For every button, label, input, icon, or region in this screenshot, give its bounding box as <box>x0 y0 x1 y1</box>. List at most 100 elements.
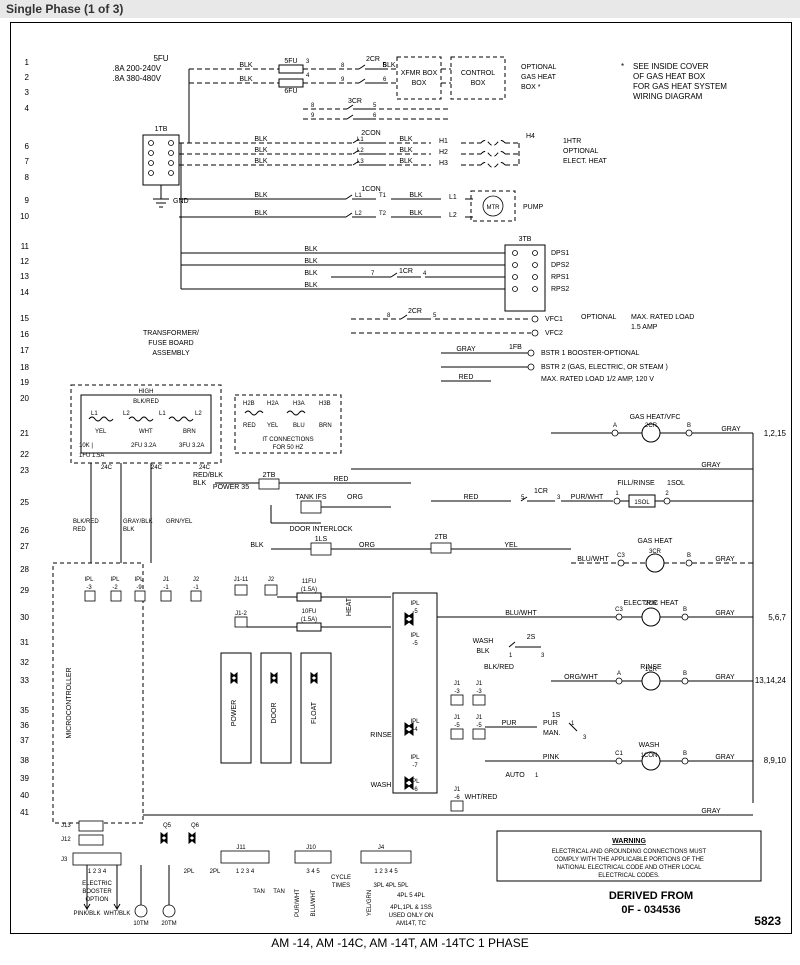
svg-text:BLK: BLK <box>239 76 253 83</box>
svg-text:BLU/WHT: BLU/WHT <box>505 610 537 617</box>
tank-door-row: TANK IFS ORG DOOR INTERLOCK 1LS ORG BLK … <box>250 494 571 555</box>
svg-text:8: 8 <box>311 103 315 109</box>
svg-text:22: 22 <box>20 450 29 459</box>
svg-text:RINSE: RINSE <box>370 732 392 739</box>
svg-text:BLU: BLU <box>293 423 305 429</box>
drawing-number: 5823 <box>754 914 781 928</box>
svg-text:T2: T2 <box>379 211 387 217</box>
svg-text:IPL: IPL <box>84 577 94 583</box>
svg-text:-5: -5 <box>454 723 460 729</box>
svg-text:2CON: 2CON <box>361 130 380 137</box>
svg-text:BLK: BLK <box>382 62 396 69</box>
svg-text:24C: 24C <box>151 465 163 471</box>
tb3-block: 3TB DPS1 DPS2 RPS1 RPS2 BLK BLK 7 1CR 4 … <box>181 236 569 311</box>
svg-text:H2: H2 <box>439 149 448 156</box>
svg-text:11FU: 11FU <box>302 579 316 585</box>
page-title: Single Phase (1 of 3) <box>6 2 123 16</box>
svg-text:26: 26 <box>20 526 29 535</box>
svg-text:20TM: 20TM <box>161 921 176 927</box>
svg-text:2PL: 2PL <box>210 869 221 875</box>
svg-text:J1-11: J1-11 <box>234 577 249 583</box>
svg-text:14: 14 <box>20 288 29 297</box>
svg-text:PUMP: PUMP <box>523 204 544 211</box>
svg-text:1 2 3 4 5: 1 2 3 4 5 <box>374 869 398 875</box>
bottom-left-conn: J13 J12 Q5 Q6 J3 1 2 3 4 J11 1 2 3 4 J10… <box>61 821 433 927</box>
svg-text:WIRING DIAGRAM: WIRING DIAGRAM <box>633 92 703 101</box>
svg-text:1LS: 1LS <box>315 536 328 543</box>
svg-text:4PL,1PL & 1SS: 4PL,1PL & 1SS <box>390 905 431 911</box>
svg-text:BLK: BLK <box>399 158 413 165</box>
svg-text:TIMES: TIMES <box>332 883 350 889</box>
svg-text:3: 3 <box>557 495 561 501</box>
svg-text:L2: L2 <box>195 411 202 417</box>
svg-text:HEAT: HEAT <box>346 597 353 616</box>
svg-text:WHT/RED: WHT/RED <box>465 794 498 801</box>
svg-text:21: 21 <box>20 429 29 438</box>
svg-text:L2: L2 <box>449 212 457 219</box>
svg-text:38: 38 <box>20 756 29 765</box>
svg-text:16: 16 <box>20 330 29 339</box>
svg-text:IPL: IPL <box>410 601 420 607</box>
svg-text:L2: L2 <box>355 211 362 217</box>
svg-text:BSTR 1 BOOSTER-OPTIONAL: BSTR 1 BOOSTER-OPTIONAL <box>541 350 640 357</box>
svg-text:GRAY: GRAY <box>715 754 735 761</box>
svg-text:FOR 50 HZ: FOR 50 HZ <box>273 445 304 451</box>
svg-text:1CR: 1CR <box>534 488 548 495</box>
svg-text:PUR/WHT: PUR/WHT <box>571 494 604 501</box>
svg-text:19: 19 <box>20 378 29 387</box>
svg-text:GAS HEAT: GAS HEAT <box>521 74 557 81</box>
svg-text:BRN: BRN <box>319 423 332 429</box>
svg-text:12: 12 <box>20 257 29 266</box>
svg-text:ELECTRICAL CODES.: ELECTRICAL CODES. <box>598 873 660 879</box>
svg-text:DPS1: DPS1 <box>551 250 569 257</box>
svg-text:3: 3 <box>541 653 545 659</box>
svg-text:-5: -5 <box>476 723 482 729</box>
svg-text:GRN/YEL: GRN/YEL <box>166 519 193 525</box>
iifu-row: J1-11 J2 11FU (1.5A) J1-2 10FU (1.5A) <box>234 577 391 631</box>
svg-text:WASH: WASH <box>371 782 392 789</box>
svg-text:YEL: YEL <box>504 542 517 549</box>
svg-text:4PL 5 4PL: 4PL 5 4PL <box>397 893 425 899</box>
svg-text:BLU/WHT: BLU/WHT <box>311 889 317 916</box>
right-fill-rinse: FILL/RINSE 1SOL RED 5 1CR 3 PUR/WHT 1 1S… <box>431 480 753 507</box>
svg-text:BLK: BLK <box>399 147 413 154</box>
svg-text:OPTION: OPTION <box>85 897 108 903</box>
svg-text:GRAY: GRAY <box>701 808 721 815</box>
svg-text:AM14T, TC: AM14T, TC <box>396 921 427 927</box>
svg-text:1FU 1.5A: 1FU 1.5A <box>79 453 104 459</box>
svg-text:OPTIONAL: OPTIONAL <box>521 64 557 71</box>
svg-text:20: 20 <box>20 394 29 403</box>
svg-text:1: 1 <box>535 773 539 779</box>
svg-text:DOOR: DOOR <box>271 703 278 724</box>
svg-text:41: 41 <box>20 808 29 817</box>
svg-text:37: 37 <box>20 736 29 745</box>
svg-text:RED/BLK: RED/BLK <box>193 472 223 479</box>
svg-text:-2: -2 <box>112 585 118 591</box>
svg-text:10FU: 10FU <box>302 609 317 615</box>
svg-text:.8A 200-240V: .8A 200-240V <box>113 64 162 73</box>
svg-text:L1: L1 <box>357 137 364 143</box>
svg-text:OPTIONAL: OPTIONAL <box>581 314 617 321</box>
svg-text:H2A: H2A <box>267 401 279 407</box>
svg-text:B: B <box>683 607 687 613</box>
svg-text:3PL 4PL 5PL: 3PL 4PL 5PL <box>374 883 410 889</box>
diagram-frame: 1 2 3 4 6 7 8 9 10 11 12 13 14 15 16 17 … <box>10 22 792 934</box>
svg-text:(1.5A): (1.5A) <box>301 617 317 623</box>
svg-text:WASH: WASH <box>639 742 660 749</box>
svg-text:30: 30 <box>20 613 29 622</box>
svg-text:.8A 380-480V: .8A 380-480V <box>113 74 162 83</box>
microcontroller: POWER 35 MICROCONTROLLER BLK/RED RED GRA… <box>53 463 249 823</box>
svg-text:RED: RED <box>73 527 86 533</box>
svg-text:1 2 3 4: 1 2 3 4 <box>236 869 255 875</box>
svg-text:27: 27 <box>20 542 29 551</box>
svg-text:2FU 3.2A: 2FU 3.2A <box>131 443 156 449</box>
svg-text:9: 9 <box>341 77 345 83</box>
svg-text:IPL: IPL <box>134 577 144 583</box>
svg-text:10K |: 10K | <box>79 443 93 449</box>
svg-text:ASSEMBLY: ASSEMBLY <box>152 350 190 357</box>
svg-text:GRAY: GRAY <box>701 462 721 469</box>
svg-text:H3B: H3B <box>319 401 331 407</box>
svg-text:39: 39 <box>20 774 29 783</box>
vertical-trunks <box>181 69 189 289</box>
svg-text:PINK/BLK: PINK/BLK <box>73 911 100 917</box>
